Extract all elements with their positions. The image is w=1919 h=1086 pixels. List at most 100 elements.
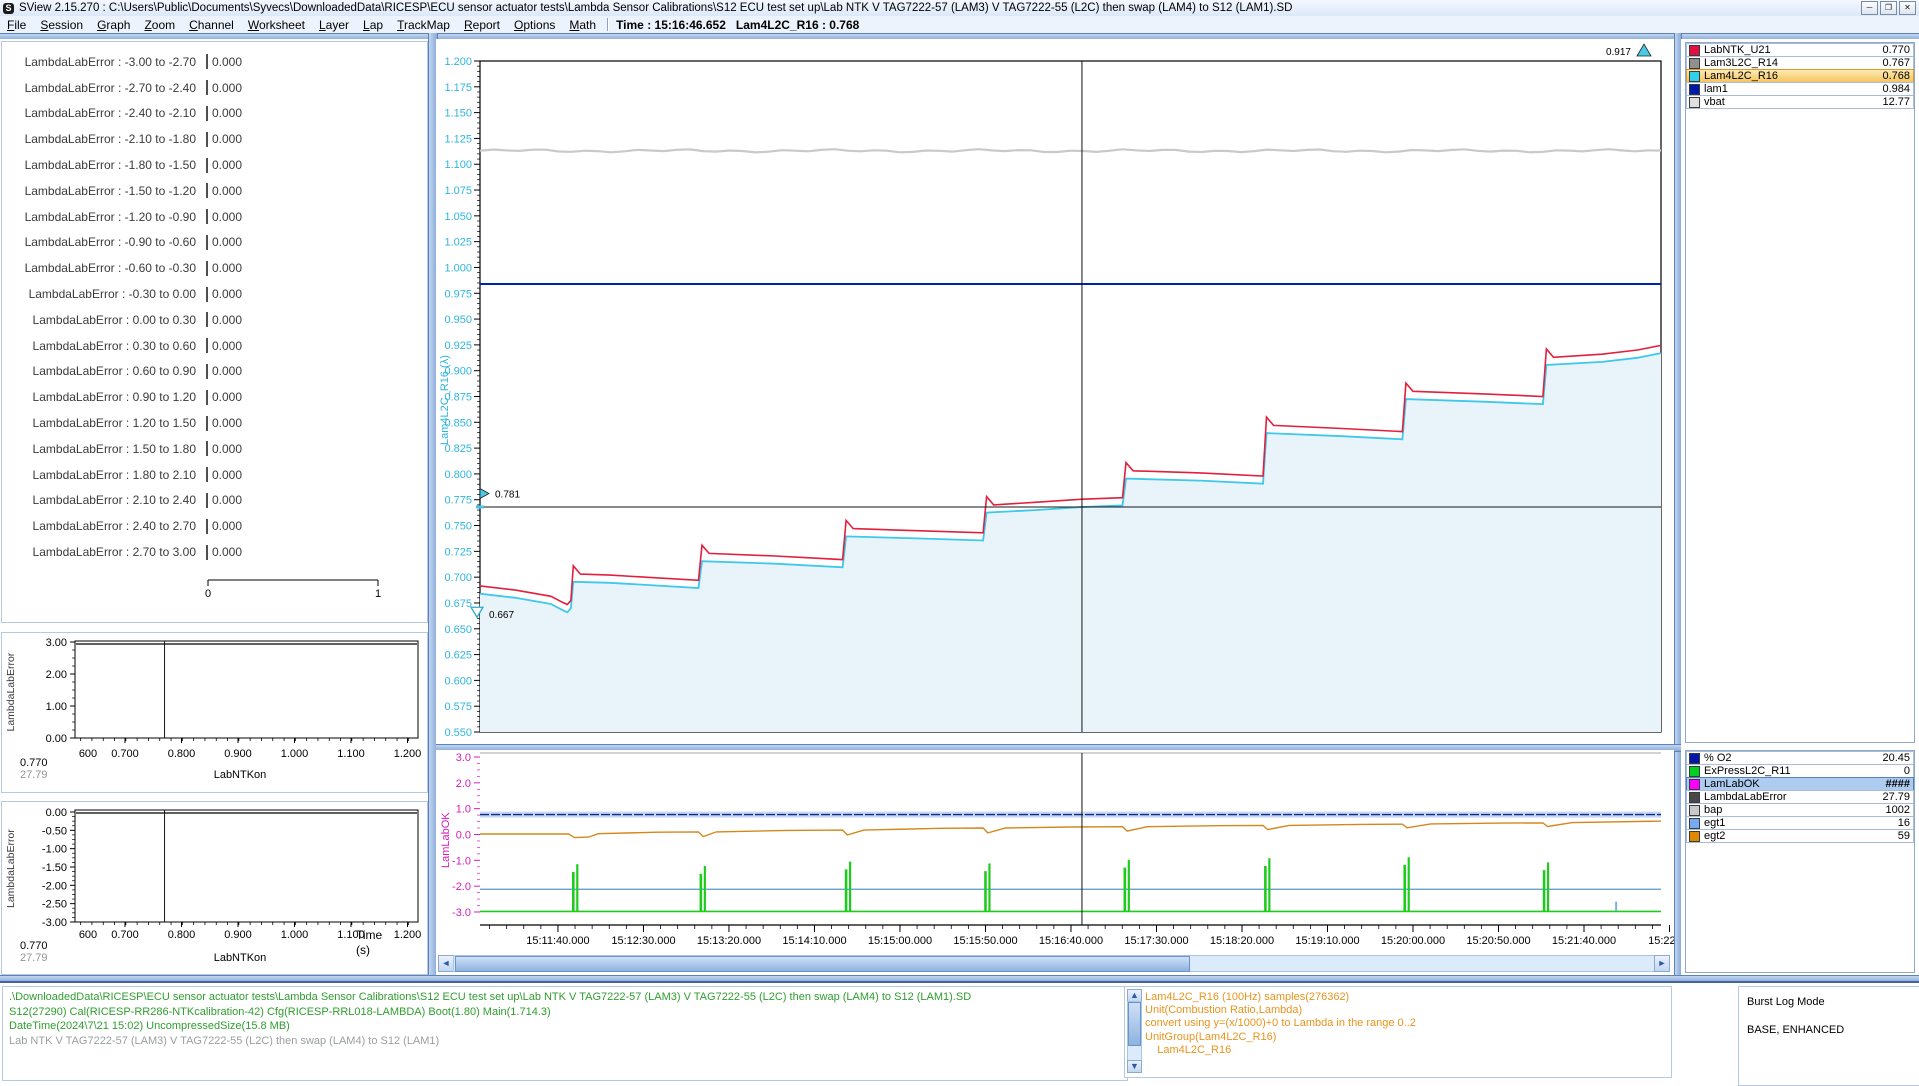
channel-value: 0.768 <box>1882 70 1910 82</box>
menu-bar: FileSessionGraphZoomChannelWorksheetLaye… <box>0 16 1919 34</box>
scrollbar-thumb[interactable] <box>455 956 1190 972</box>
channel-list-top-box: LabNTK_U210.770Lam3L2C_R140.767Lam4L2C_R… <box>1685 42 1915 743</box>
channel-row[interactable]: bap1002 <box>1686 803 1914 817</box>
channel-row[interactable]: ExPressL2C_R110 <box>1686 764 1914 778</box>
restore-button[interactable]: ❐ <box>1880 1 1897 15</box>
svg-text:0.900: 0.900 <box>444 366 472 378</box>
close-button[interactable]: ✕ <box>1899 1 1916 15</box>
channel-name: LamLabOK <box>1704 778 1886 790</box>
status-line: Lam4L2C_R16 <box>1145 1044 1416 1057</box>
svg-text:1.050: 1.050 <box>444 211 472 223</box>
menu-item-report[interactable]: Report <box>457 18 507 32</box>
status-file-info: .\DownloadedData\RICESP\ECU sensor actua… <box>2 986 1128 1081</box>
svg-text:15:15:50.000: 15:15:50.000 <box>953 935 1017 947</box>
channel-list-bottom: % O220.45ExPressL2C_R110LamLabOK####Lamb… <box>1686 751 1914 843</box>
status-line: DateTime(2024\7\21 15:02) UncompressedSi… <box>9 1019 1127 1034</box>
channel-color-swatch <box>1689 792 1700 803</box>
svg-text:0.550: 0.550 <box>444 727 472 739</box>
channel-value: 16 <box>1898 817 1910 829</box>
menu-item-options[interactable]: Options <box>507 18 562 32</box>
svg-text:15:22:30: 15:22:30 <box>1648 935 1674 947</box>
channel-row[interactable]: Lam3L2C_R140.767 <box>1686 56 1914 70</box>
svg-text:15:19:10.000: 15:19:10.000 <box>1295 935 1359 947</box>
menu-item-graph[interactable]: Graph <box>90 18 137 32</box>
svg-text:15:13:20.000: 15:13:20.000 <box>697 935 761 947</box>
bottom-chart-panel[interactable]: LamLabOK3.02.01.00.0-1.0-2.0-3.015:11:40… <box>436 750 1674 975</box>
main-chart-panel[interactable]: Lam4L2C_R16 (λ)1.2001.1751.1501.1251.100… <box>436 39 1674 744</box>
title-bar[interactable]: S SView 2.15.270 : C:\Users\Public\Docum… <box>0 0 1919 17</box>
channel-color-swatch <box>1689 831 1700 842</box>
status-channel-info: ▲ ▼ Lam4L2C_R16 (100Hz) samples(276362)U… <box>1124 986 1672 1078</box>
status-line: convert using y=(x/1000)+0 to Lambda in … <box>1145 1017 1416 1030</box>
menu-item-math[interactable]: Math <box>562 18 603 32</box>
svg-text:15:16:40.000: 15:16:40.000 <box>1039 935 1103 947</box>
scrollbar-right-arrow[interactable]: ► <box>1654 955 1670 972</box>
channel-name: LabNTK_U21 <box>1704 44 1882 56</box>
channel-row[interactable]: LamLabOK#### <box>1686 777 1914 791</box>
svg-text:1.100: 1.100 <box>337 748 365 760</box>
menu-item-channel[interactable]: Channel <box>182 18 241 32</box>
svg-text:15:12:30.000: 15:12:30.000 <box>611 935 675 947</box>
menu-item-lap[interactable]: Lap <box>356 18 390 32</box>
channel-row[interactable]: egt259 <box>1686 829 1914 843</box>
svg-text:LamLabOK: LamLabOK <box>440 812 452 868</box>
channel-value: 0 <box>1904 765 1910 777</box>
svg-text:0.825: 0.825 <box>444 443 472 455</box>
menu-item-session[interactable]: Session <box>33 18 90 32</box>
status-area: .\DownloadedData\RICESP\ECU sensor actua… <box>0 981 1919 1082</box>
svg-text:3.0: 3.0 <box>456 752 471 764</box>
channel-row[interactable]: egt116 <box>1686 816 1914 830</box>
minimize-button[interactable]: ─ <box>1861 1 1878 15</box>
svg-text:0: 0 <box>205 588 211 600</box>
menu-item-file[interactable]: File <box>0 18 33 32</box>
main-chart[interactable]: Lam4L2C_R16 (λ)1.2001.1751.1501.1251.100… <box>436 39 1674 744</box>
channel-color-swatch <box>1689 818 1700 829</box>
log-mode-value: BASE, ENHANCED <box>1747 1023 1919 1038</box>
channel-row[interactable]: lam10.984 <box>1686 82 1914 96</box>
channel-name: bap <box>1704 804 1886 816</box>
channel-name: Lam3L2C_R14 <box>1704 57 1882 69</box>
svg-text:1.0: 1.0 <box>456 804 471 816</box>
svg-text:1.075: 1.075 <box>444 185 472 197</box>
svg-text:0.781: 0.781 <box>495 490 520 501</box>
channel-row[interactable]: Lam4L2C_R160.768 <box>1686 69 1914 83</box>
channel-value: #### <box>1886 778 1910 790</box>
menu-item-trackmap[interactable]: TrackMap <box>390 18 457 32</box>
menu-item-worksheet[interactable]: Worksheet <box>241 18 312 32</box>
channel-list-top: LabNTK_U210.770Lam3L2C_R140.767Lam4L2C_R… <box>1686 43 1914 109</box>
bottom-chart[interactable]: LamLabOK3.02.01.00.0-1.0-2.0-3.015:11:40… <box>436 750 1674 950</box>
svg-text:15:17:30.000: 15:17:30.000 <box>1124 935 1188 947</box>
channel-name: egt1 <box>1704 817 1898 829</box>
channel-list-bottom-box: % O220.45ExPressL2C_R110LamLabOK####Lamb… <box>1685 750 1915 973</box>
status-scroll-thumb[interactable] <box>1128 1002 1141 1046</box>
status-line: Lam4L2C_R16 (100Hz) samples(276362) <box>1145 991 1416 1004</box>
svg-text:-2.0: -2.0 <box>452 881 471 893</box>
channel-row[interactable]: vbat12.77 <box>1686 95 1914 109</box>
channel-color-swatch <box>1689 779 1700 790</box>
scrollbar-left-arrow[interactable]: ◄ <box>438 955 454 972</box>
channel-value: 27.79 <box>1882 791 1910 803</box>
channel-value: 20.45 <box>1882 752 1910 764</box>
channel-value: 0.984 <box>1882 83 1910 95</box>
svg-text:0.675: 0.675 <box>444 598 472 610</box>
svg-text:LabNTKon: LabNTKon <box>214 952 267 964</box>
channel-row[interactable]: LambdaLabError27.79 <box>1686 790 1914 804</box>
menu-separator <box>607 18 608 31</box>
status-channel-text: Lam4L2C_R16 (100Hz) samples(276362)Unit(… <box>1145 991 1416 1057</box>
svg-text:0.667: 0.667 <box>489 610 514 621</box>
svg-text:0.975: 0.975 <box>444 288 472 300</box>
channel-value: 0.767 <box>1882 57 1910 69</box>
app-icon: S <box>3 3 14 14</box>
status-scroll-down[interactable]: ▼ <box>1127 1060 1142 1073</box>
channel-row[interactable]: % O220.45 <box>1686 751 1914 765</box>
svg-text:0.725: 0.725 <box>444 546 472 558</box>
channel-name: Lam4L2C_R16 <box>1704 70 1882 82</box>
menu-item-zoom[interactable]: Zoom <box>137 18 182 32</box>
left-charts[interactable]: 01LambdaLabError3.002.001.000.006000.700… <box>0 39 428 975</box>
svg-text:1.150: 1.150 <box>444 108 472 120</box>
svg-text:-1.50: -1.50 <box>42 862 67 874</box>
channel-row[interactable]: LabNTK_U210.770 <box>1686 43 1914 57</box>
svg-text:2.00: 2.00 <box>46 669 67 681</box>
menu-item-layer[interactable]: Layer <box>312 18 356 32</box>
svg-text:0.917: 0.917 <box>1606 47 1631 58</box>
